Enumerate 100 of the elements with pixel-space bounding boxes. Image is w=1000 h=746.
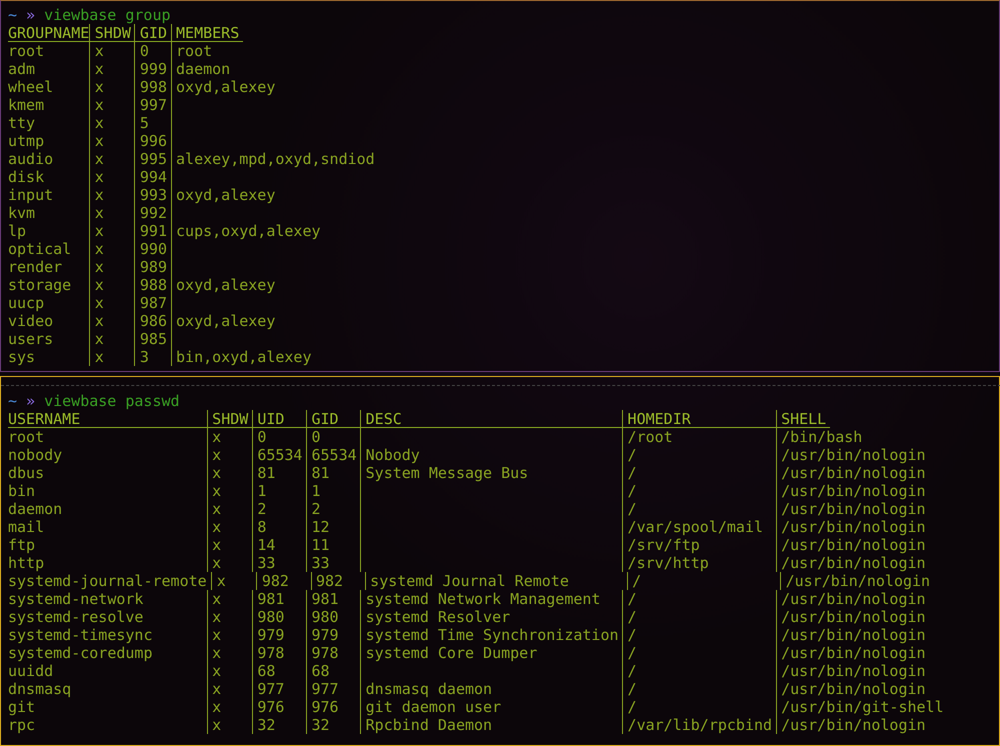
table-cell: x (212, 482, 222, 500)
table-cell: / (628, 680, 637, 698)
table-cell: oxyd,alexey (176, 312, 276, 330)
table-cell: 81 (311, 464, 330, 482)
table-cell: 5 (140, 114, 149, 132)
table-cell: 0 (311, 428, 321, 446)
table-cell: 994 (140, 168, 167, 186)
prompt-directory: ~ (8, 6, 18, 24)
table-cell: mail (8, 518, 44, 536)
table-cell: adm (8, 60, 36, 78)
column-header: GID (311, 410, 339, 428)
table-cell: 977 (257, 680, 284, 698)
table-cell: disk (8, 168, 44, 186)
table-cell: 996 (140, 132, 167, 150)
table-cell: git daemon user (366, 698, 502, 716)
table-cell: x (94, 330, 104, 348)
command-text: viewbase group (44, 6, 171, 24)
table-cell: / (628, 662, 637, 680)
table-cell: x (94, 186, 104, 204)
terminal-pane[interactable] (0, 376, 1000, 746)
table-cell: x (212, 680, 222, 698)
table-cell: x (94, 312, 104, 330)
table-cell: systemd Network Management (366, 590, 600, 608)
table-cell: oxyd,alexey (176, 186, 276, 204)
table-cell: x (94, 60, 104, 78)
table-cell: 981 (257, 590, 284, 608)
column-header: SHELL (781, 410, 826, 428)
table-cell: 32 (311, 716, 330, 734)
table-cell: sys (8, 348, 36, 366)
table-cell: /var/lib/rpcbind (628, 716, 772, 734)
table-cell: git (8, 698, 36, 716)
table-cell: /usr/bin/nologin (781, 500, 926, 518)
table-cell: 1 (311, 482, 321, 500)
table-cell: /usr/bin/nologin (786, 572, 930, 590)
table-cell: 982 (262, 572, 289, 590)
table-cell: 3 (140, 348, 149, 366)
terminal-pane[interactable] (0, 0, 1000, 372)
column-header: GROUPNAME (8, 24, 90, 42)
table-cell: cups,oxyd,alexey (176, 222, 321, 240)
table-cell: /usr/bin/nologin (781, 680, 926, 698)
prompt-directory: ~ (8, 392, 18, 410)
column-header: SHDW (94, 24, 131, 42)
table-cell: dbus (8, 464, 44, 482)
table-cell: x (212, 464, 222, 482)
table-cell: / (632, 572, 642, 590)
table-cell: 982 (316, 572, 344, 590)
table-cell: 999 (140, 60, 167, 78)
table-cell: /usr/bin/git-shell (781, 698, 944, 716)
table-cell: tty (8, 114, 36, 132)
table-cell: video (8, 312, 54, 330)
table-cell: kmem (8, 96, 44, 114)
table-cell: x (94, 222, 104, 240)
table-cell: System Message Bus (366, 464, 528, 482)
table-cell: 988 (140, 276, 167, 294)
column-header: HOMEDIR (628, 410, 691, 428)
table-cell: bin (8, 482, 36, 500)
table-cell: / (628, 626, 637, 644)
table-cell: / (628, 590, 637, 608)
table-cell: systemd Core Dumper (366, 644, 538, 662)
table-cell: /usr/bin/nologin (781, 554, 926, 572)
table-cell: audio (8, 150, 54, 168)
column-header: MEMBERS (176, 24, 240, 42)
table-cell: systemd Time Synchronization (366, 626, 619, 644)
command-text: viewbase passwd (44, 392, 180, 410)
table-cell: / (628, 698, 637, 716)
table-cell: 1 (257, 482, 266, 500)
table-cell: 981 (311, 590, 339, 608)
table-cell: x (94, 168, 104, 186)
table-cell: x (212, 590, 222, 608)
table-cell: x (212, 716, 222, 734)
table-cell: /root (628, 428, 673, 446)
table-cell: /var/spool/mail (628, 518, 764, 536)
table-cell: 979 (257, 626, 284, 644)
table-cell: x (94, 240, 104, 258)
table-cell: users (8, 330, 54, 348)
table-cell: 0 (257, 428, 266, 446)
table-cell: dnsmasq (8, 680, 72, 698)
table-cell: nobody (8, 446, 62, 464)
table-cell: /srv/http (628, 554, 709, 572)
column-header: UID (257, 410, 284, 428)
table-cell: /usr/bin/nologin (781, 626, 926, 644)
table-cell: alexey,mpd,oxyd,sndiod (176, 150, 375, 168)
table-cell: 995 (140, 150, 167, 168)
table-cell: bin,oxyd,alexey (176, 348, 312, 366)
table-cell: /usr/bin/nologin (781, 716, 926, 734)
table-cell: x (212, 500, 222, 518)
table-cell: storage (8, 276, 72, 294)
table-cell: 68 (311, 662, 330, 680)
table-cell: / (628, 482, 637, 500)
table-cell: /srv/ftp (628, 536, 700, 554)
table-cell: optical (8, 240, 72, 258)
table-cell: 976 (257, 698, 284, 716)
table-cell: 8 (257, 518, 266, 536)
table-cell: x (212, 518, 222, 536)
table-cell: 998 (140, 78, 167, 96)
table-cell: x (94, 348, 104, 366)
table-cell: x (212, 446, 222, 464)
table-cell: x (94, 78, 104, 96)
table-cell: /usr/bin/nologin (781, 536, 926, 554)
table-cell: 979 (311, 626, 339, 644)
